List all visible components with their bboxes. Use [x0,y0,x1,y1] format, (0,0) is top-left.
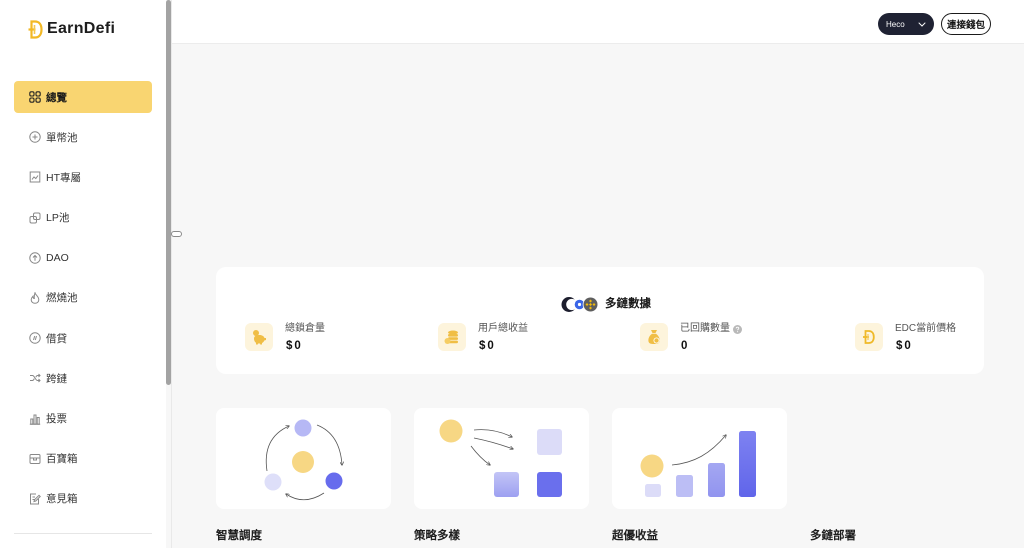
diverse-strategies-illustration [439,419,562,497]
sidebar-item-burn-pool[interactable]: 燃燒池 [14,282,152,314]
sidebar-item-overview[interactable]: 總覽 [14,81,152,113]
stat-value: $0 [286,340,303,352]
strategy-square-bottom-left [494,472,519,497]
sidebar-item-lending[interactable]: 借貸 [14,322,152,354]
stats-title: 多鏈數據 [561,296,651,313]
sidebar-item-vote[interactable]: 投票 [14,403,152,435]
single-coin-pool-icon [29,131,41,143]
stat-value: $0 [896,340,913,352]
lp-pool-icon [29,212,41,224]
stat-value: 0 [681,340,690,352]
sidebar-collapse-handle[interactable] [171,231,182,237]
ht-exclusive-icon [29,171,41,183]
strategy-arrow-1 [473,429,512,437]
coin-stack-icon [438,323,466,351]
smart-dispatch-illustration [264,419,391,501]
yield-bar-1 [645,484,661,497]
chevron-down-icon [918,21,926,27]
stat-value: $0 [479,340,496,352]
sidebar-item-ht-exclusive[interactable]: HT專屬 [14,161,152,193]
yield-bar-3 [708,463,725,497]
sidebar-item-label: LP池 [46,212,70,225]
stat-label: 總鎖倉量 [285,323,325,334]
sidebar-item-lp-pool[interactable]: LP池 [14,202,152,234]
stat-label: 用戶總收益 [478,323,528,334]
dao-icon [29,252,41,264]
sidebar-item-label: HT專屬 [46,171,81,184]
feature-label-diverse-strategies: 策略多樣 [414,530,460,542]
main-nav: 總覽 單幣池 HT專屬 LP池 DAO 燃燒池 借貸 跨鏈 投票 百寶箱 意見箱 [14,81,152,523]
flame-icon [29,291,41,304]
feature-card-diverse-strategies [414,408,589,509]
feature-label-smart-dispatch: 智慧調度 [216,530,262,542]
superior-yield-illustration [640,431,756,497]
cycle-node-left [264,473,282,491]
network-select[interactable]: Heco [878,13,934,35]
multichain-stats-card: 多鏈數據 總鎖倉量 $0 用戶總收益 $0 已回購數量 0 EDC當前價格 $0 [216,267,984,374]
stat-label: EDC當前價格 [895,323,957,334]
sidebar-item-dao[interactable]: DAO [14,242,152,274]
top-header: Heco 連接錢包 [172,0,1024,44]
strategy-arrow-2 [473,437,513,449]
sidebar-item-cross-chain[interactable]: 跨鏈 [14,362,152,394]
sidebar-item-feedback[interactable]: 意見箱 [14,483,152,515]
sidebar-item-label: 總覽 [46,91,67,104]
sidebar-item-single-coin-pool[interactable]: 單幣池 [14,121,152,153]
app-logo[interactable]: EarnDefi [28,19,115,39]
connect-wallet-button[interactable]: 連接錢包 [941,13,991,35]
cycle-arrow-left [265,426,289,472]
sidebar-item-treasure-box[interactable]: 百寶箱 [14,443,152,475]
stats-title-text: 多鏈數據 [605,298,651,310]
yield-coin-circle [640,454,664,478]
sidebar-item-label: 意見箱 [46,493,78,506]
yield-bar-2 [676,475,693,497]
feature-label-multichain-deploy: 多鏈部署 [810,530,856,542]
yield-bar-4 [739,431,756,497]
treasure-box-icon [29,453,41,465]
strategy-source-circle [439,419,463,443]
sidebar-item-label: 單幣池 [46,131,78,144]
app-name: EarnDefi [47,20,116,37]
yield-growth-arrow [671,435,726,466]
help-icon[interactable] [733,324,742,334]
feature-card-superior-yield [612,408,787,509]
chain-logos-icon [561,296,599,313]
money-bag-icon [640,323,668,351]
shuffle-icon [29,372,41,384]
feature-label-superior-yield: 超優收益 [612,530,658,542]
edc-token-icon [855,323,883,351]
strategy-square-bottom-right [537,472,562,497]
stat-label-row: 已回購數量 [680,323,742,335]
sidebar-item-label: DAO [46,251,69,264]
network-select-value: Heco [886,19,905,29]
sidebar-item-label: 投票 [46,413,67,425]
stat-label: 已回購數量 [680,323,730,334]
vote-chart-icon [29,413,41,425]
sidebar-border [171,0,172,548]
sidebar-item-label: 借貸 [46,332,67,345]
strategy-square-top [537,429,562,455]
cycle-node-center [292,451,314,473]
feedback-icon [29,493,41,505]
sidebar-divider [14,533,152,534]
sidebar-item-label: 燃燒池 [46,292,78,305]
piggy-bank-icon [245,323,273,351]
lending-icon [29,332,41,344]
sidebar-item-label: 百寶箱 [46,453,78,466]
cycle-node-right [325,472,343,490]
dashboard-grid-icon [29,91,41,103]
feature-card-smart-dispatch [216,408,391,509]
strategy-arrow-3 [470,445,490,465]
cycle-node-top [294,419,312,437]
sidebar: EarnDefi 總覽 單幣池 HT專屬 LP池 DAO 燃燒池 借貸 跨鏈 投… [0,0,166,548]
sidebar-item-label: 跨鏈 [46,372,67,385]
earndefi-logo-icon [28,19,43,39]
cycle-arrow-bottom [286,492,325,501]
cycle-arrow-right [316,424,342,465]
